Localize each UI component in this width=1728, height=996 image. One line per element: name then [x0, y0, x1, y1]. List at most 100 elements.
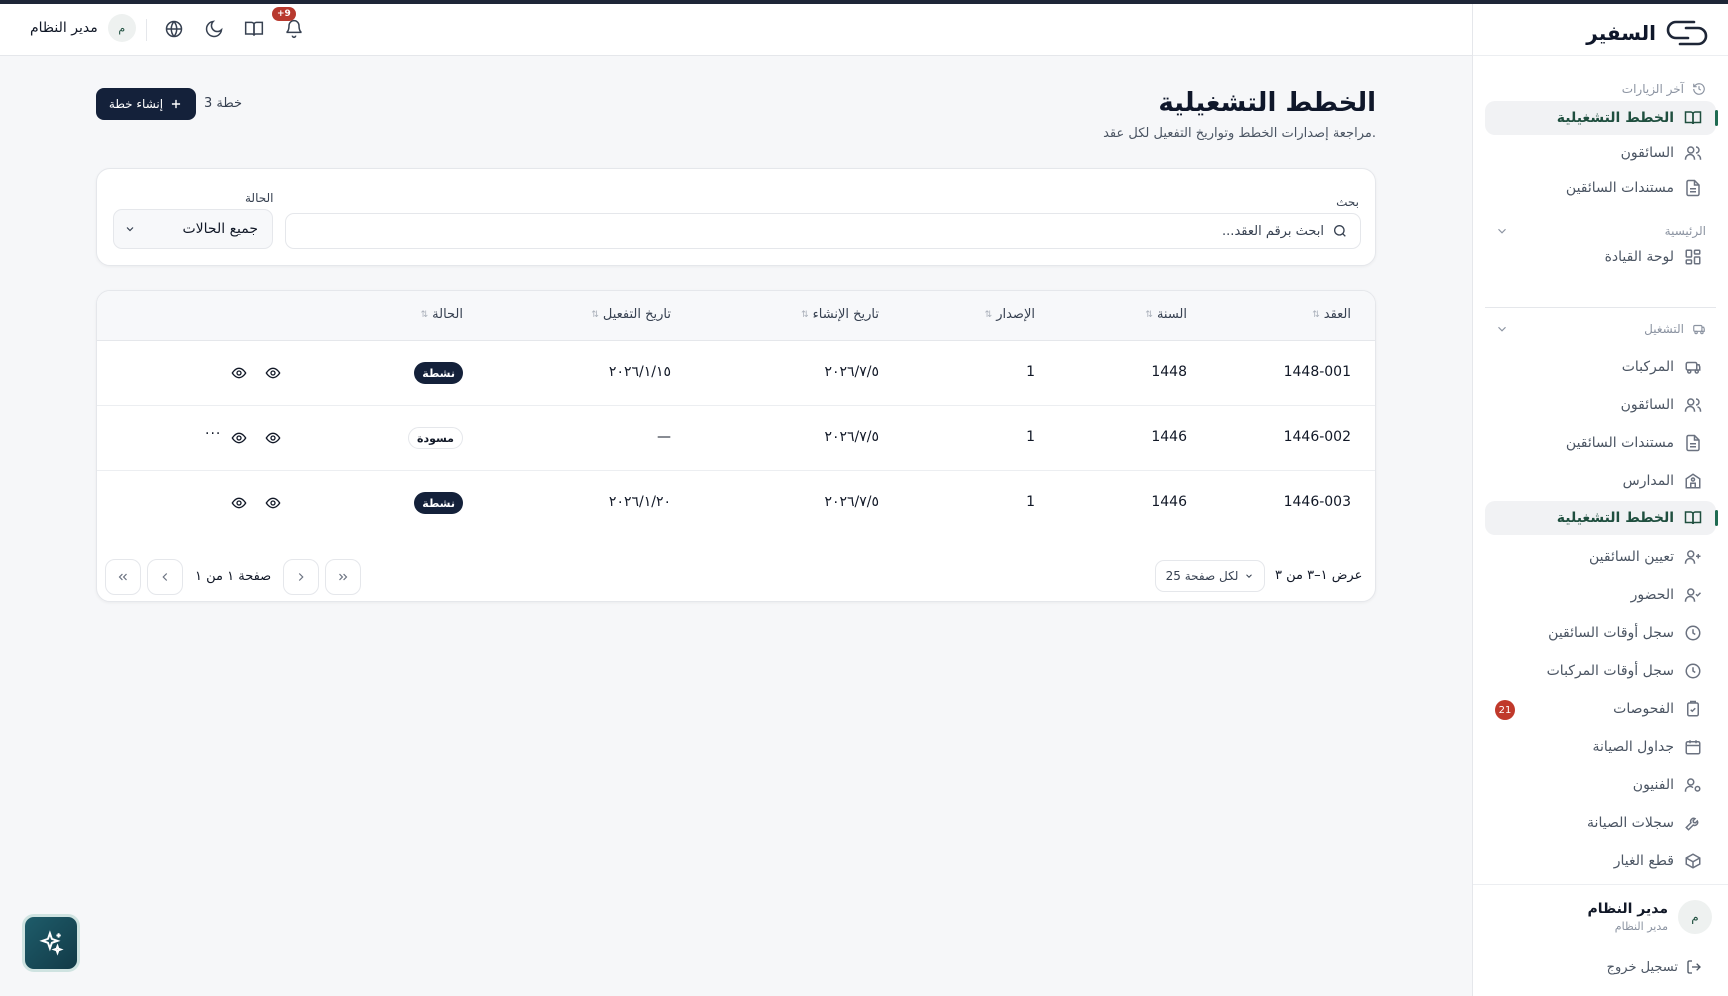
- preview-icon[interactable]: [231, 365, 247, 381]
- file-text-icon: [1686, 434, 1700, 452]
- cell-contract: 1446-002: [1283, 429, 1351, 445]
- plans-table: ⇅ العقد ⇅ السنة ⇅ الإصدار ⇅ تاريخ الإنشا…: [96, 290, 1376, 602]
- dashboard-grid-icon: [1685, 249, 1701, 265]
- notification-badge: +9: [272, 7, 296, 21]
- sort-icon: ⇅: [984, 309, 993, 320]
- view-icon[interactable]: [265, 365, 281, 381]
- sidebar-item-label: سجلات الصيانة: [1587, 815, 1674, 831]
- chevron-left-icon: [162, 573, 168, 581]
- cell-activated: ٢٠٢٦/١/٢٠: [608, 494, 671, 510]
- book-open-icon[interactable]: [244, 19, 264, 39]
- cell-version: 1: [1026, 429, 1035, 445]
- sidebar-footer-divider: [1473, 884, 1728, 885]
- file-text-icon: [1686, 179, 1700, 197]
- next-page-button[interactable]: [147, 559, 183, 595]
- sidebar-item-driver-docs[interactable]: مستندات السائقين: [1485, 426, 1716, 460]
- ai-assistant-button[interactable]: [22, 914, 80, 972]
- sidebar-item-dashboard[interactable]: لوحة القيادة: [1485, 240, 1716, 274]
- book-open-icon: [1684, 511, 1702, 525]
- sidebar-item-driver-time-log[interactable]: سجل أوقات السائقين: [1485, 616, 1716, 650]
- sidebar-item-label: لوحة القيادة: [1604, 249, 1674, 265]
- sidebar-item-label: مستندات السائقين: [1565, 435, 1674, 451]
- search-icon: [1334, 225, 1346, 237]
- sidebar-item-drivers[interactable]: السائقون: [1485, 388, 1716, 422]
- sidebar-item-driver-assignment[interactable]: تعيين السائقين: [1485, 540, 1716, 574]
- page-indicator: صفحة ١ من ١: [195, 569, 272, 584]
- first-page-button[interactable]: [325, 559, 361, 595]
- main-section-label[interactable]: الرئيسية: [1495, 220, 1706, 242]
- sidebar-item-label: الحضور: [1630, 587, 1674, 603]
- view-icon[interactable]: [265, 495, 281, 511]
- top-bar: مدير النظام م +9: [0, 4, 1472, 56]
- moon-icon[interactable]: [204, 19, 224, 39]
- brand[interactable]: السفير: [1586, 18, 1710, 48]
- cell-created: ٢٠٢٦/٧/٥: [824, 364, 879, 380]
- column-header-created[interactable]: ⇅ تاريخ الإنشاء: [801, 307, 879, 322]
- column-header-contract[interactable]: ⇅ العقد: [1312, 307, 1351, 322]
- view-icon[interactable]: [265, 430, 281, 446]
- last-page-button[interactable]: [105, 559, 141, 595]
- sidebar-item-label: السائقون: [1620, 397, 1674, 413]
- column-header-version[interactable]: ⇅ الإصدار: [985, 307, 1035, 322]
- bell-icon[interactable]: [284, 19, 304, 39]
- sidebar-item-maintenance-schedules[interactable]: جداول الصيانة: [1485, 730, 1716, 764]
- column-header-activated[interactable]: ⇅ تاريخ التفعيل: [591, 307, 671, 322]
- sort-icon: ⇅: [420, 309, 429, 320]
- status-badge: نشطة: [414, 362, 463, 384]
- status-badge: مسودة: [407, 427, 463, 449]
- avatar: م: [107, 14, 136, 42]
- logout-button[interactable]: تسجيل خروج: [1607, 959, 1702, 975]
- sidebar-item-attendance[interactable]: الحضور: [1485, 578, 1716, 612]
- preview-icon[interactable]: [231, 495, 247, 511]
- sidebar-item-label: تعيين السائقين: [1589, 549, 1674, 565]
- chevron-down-icon: [126, 227, 134, 232]
- sparkles-icon: [39, 930, 64, 956]
- sidebar-user-card[interactable]: مدير النظام مدير النظام م: [1587, 900, 1712, 934]
- column-header-status[interactable]: ⇅ الحالة: [421, 307, 463, 322]
- sidebar-item-spare-parts[interactable]: قطع الغيار: [1485, 844, 1716, 878]
- per-page-select[interactable]: 25 لكل صفحة: [1155, 560, 1265, 592]
- sidebar-item-operational-plans[interactable]: الخطط التشغيلية: [1485, 501, 1718, 535]
- topbar-user-menu[interactable]: مدير النظام م: [30, 14, 136, 42]
- wrench-icon: [1685, 817, 1699, 831]
- calendar-icon: [1685, 740, 1701, 755]
- prev-page-button[interactable]: [283, 559, 319, 595]
- user-cog-icon: [1684, 778, 1701, 792]
- chevron-right-icon: [298, 573, 304, 581]
- sidebar-item-inspections[interactable]: 21 الفحوصات: [1485, 692, 1716, 726]
- globe-icon[interactable]: [164, 19, 184, 39]
- sidebar-item-vehicles[interactable]: المركبات: [1485, 350, 1716, 384]
- column-header-label: السنة: [1156, 307, 1187, 322]
- search-label: بحث: [1336, 195, 1359, 209]
- plus-icon: [172, 99, 181, 109]
- sidebar-item-recent-plans[interactable]: الخطط التشغيلية: [1485, 101, 1718, 135]
- sidebar-item-recent-drivers[interactable]: السائقون: [1485, 136, 1716, 170]
- sort-icon: ⇅: [591, 309, 599, 320]
- status-select[interactable]: جميع الحالات: [113, 209, 273, 249]
- more-actions-button[interactable]: ···: [205, 426, 221, 442]
- sidebar-item-schools[interactable]: المدارس: [1485, 464, 1716, 498]
- user-text: مدير النظام مدير النظام: [1587, 901, 1668, 933]
- sidebar-item-label: جداول الصيانة: [1592, 739, 1674, 755]
- preview-icon[interactable]: [231, 430, 247, 446]
- chevron-down-icon: [1498, 228, 1506, 234]
- sidebar-item-label: الفنيون: [1632, 777, 1674, 793]
- sidebar-item-maintenance-records[interactable]: سجلات الصيانة: [1485, 806, 1716, 840]
- search-input[interactable]: [286, 214, 1324, 248]
- search-box: [285, 213, 1361, 249]
- column-header-year[interactable]: ⇅ السنة: [1145, 307, 1187, 322]
- table-row[interactable]: 1446-002 1446 1 ٢٠٢٦/٧/٥ — مسودة ···: [97, 406, 1375, 471]
- create-plan-button[interactable]: إنشاء خطة: [96, 88, 196, 120]
- brand-divider: [1473, 55, 1728, 56]
- sidebar-item-label: المركبات: [1621, 359, 1674, 375]
- inspections-count-badge: 21: [1495, 700, 1515, 720]
- sidebar-item-recent-driver-docs[interactable]: مستندات السائقين: [1485, 171, 1716, 205]
- ops-section-label[interactable]: التشغيل: [1495, 318, 1706, 340]
- sidebar-item-technicians[interactable]: الفنيون: [1485, 768, 1716, 802]
- table-row[interactable]: 1446-003 1446 1 ٢٠٢٦/٧/٥ ٢٠٢٦/١/٢٠ نشطة: [97, 471, 1375, 536]
- table-row[interactable]: 1448-001 1448 1 ٢٠٢٦/٧/٥ ٢٠٢٦/١/١٥ نشطة: [97, 341, 1375, 406]
- page-subtitle: مراجعة إصدارات الخطط وتواريخ التفعيل لكل…: [1103, 126, 1376, 141]
- sidebar-item-label: قطع الغيار: [1613, 853, 1674, 869]
- sidebar-item-vehicle-time-log[interactable]: سجل أوقات المركبات: [1485, 654, 1716, 688]
- cell-version: 1: [1026, 494, 1035, 510]
